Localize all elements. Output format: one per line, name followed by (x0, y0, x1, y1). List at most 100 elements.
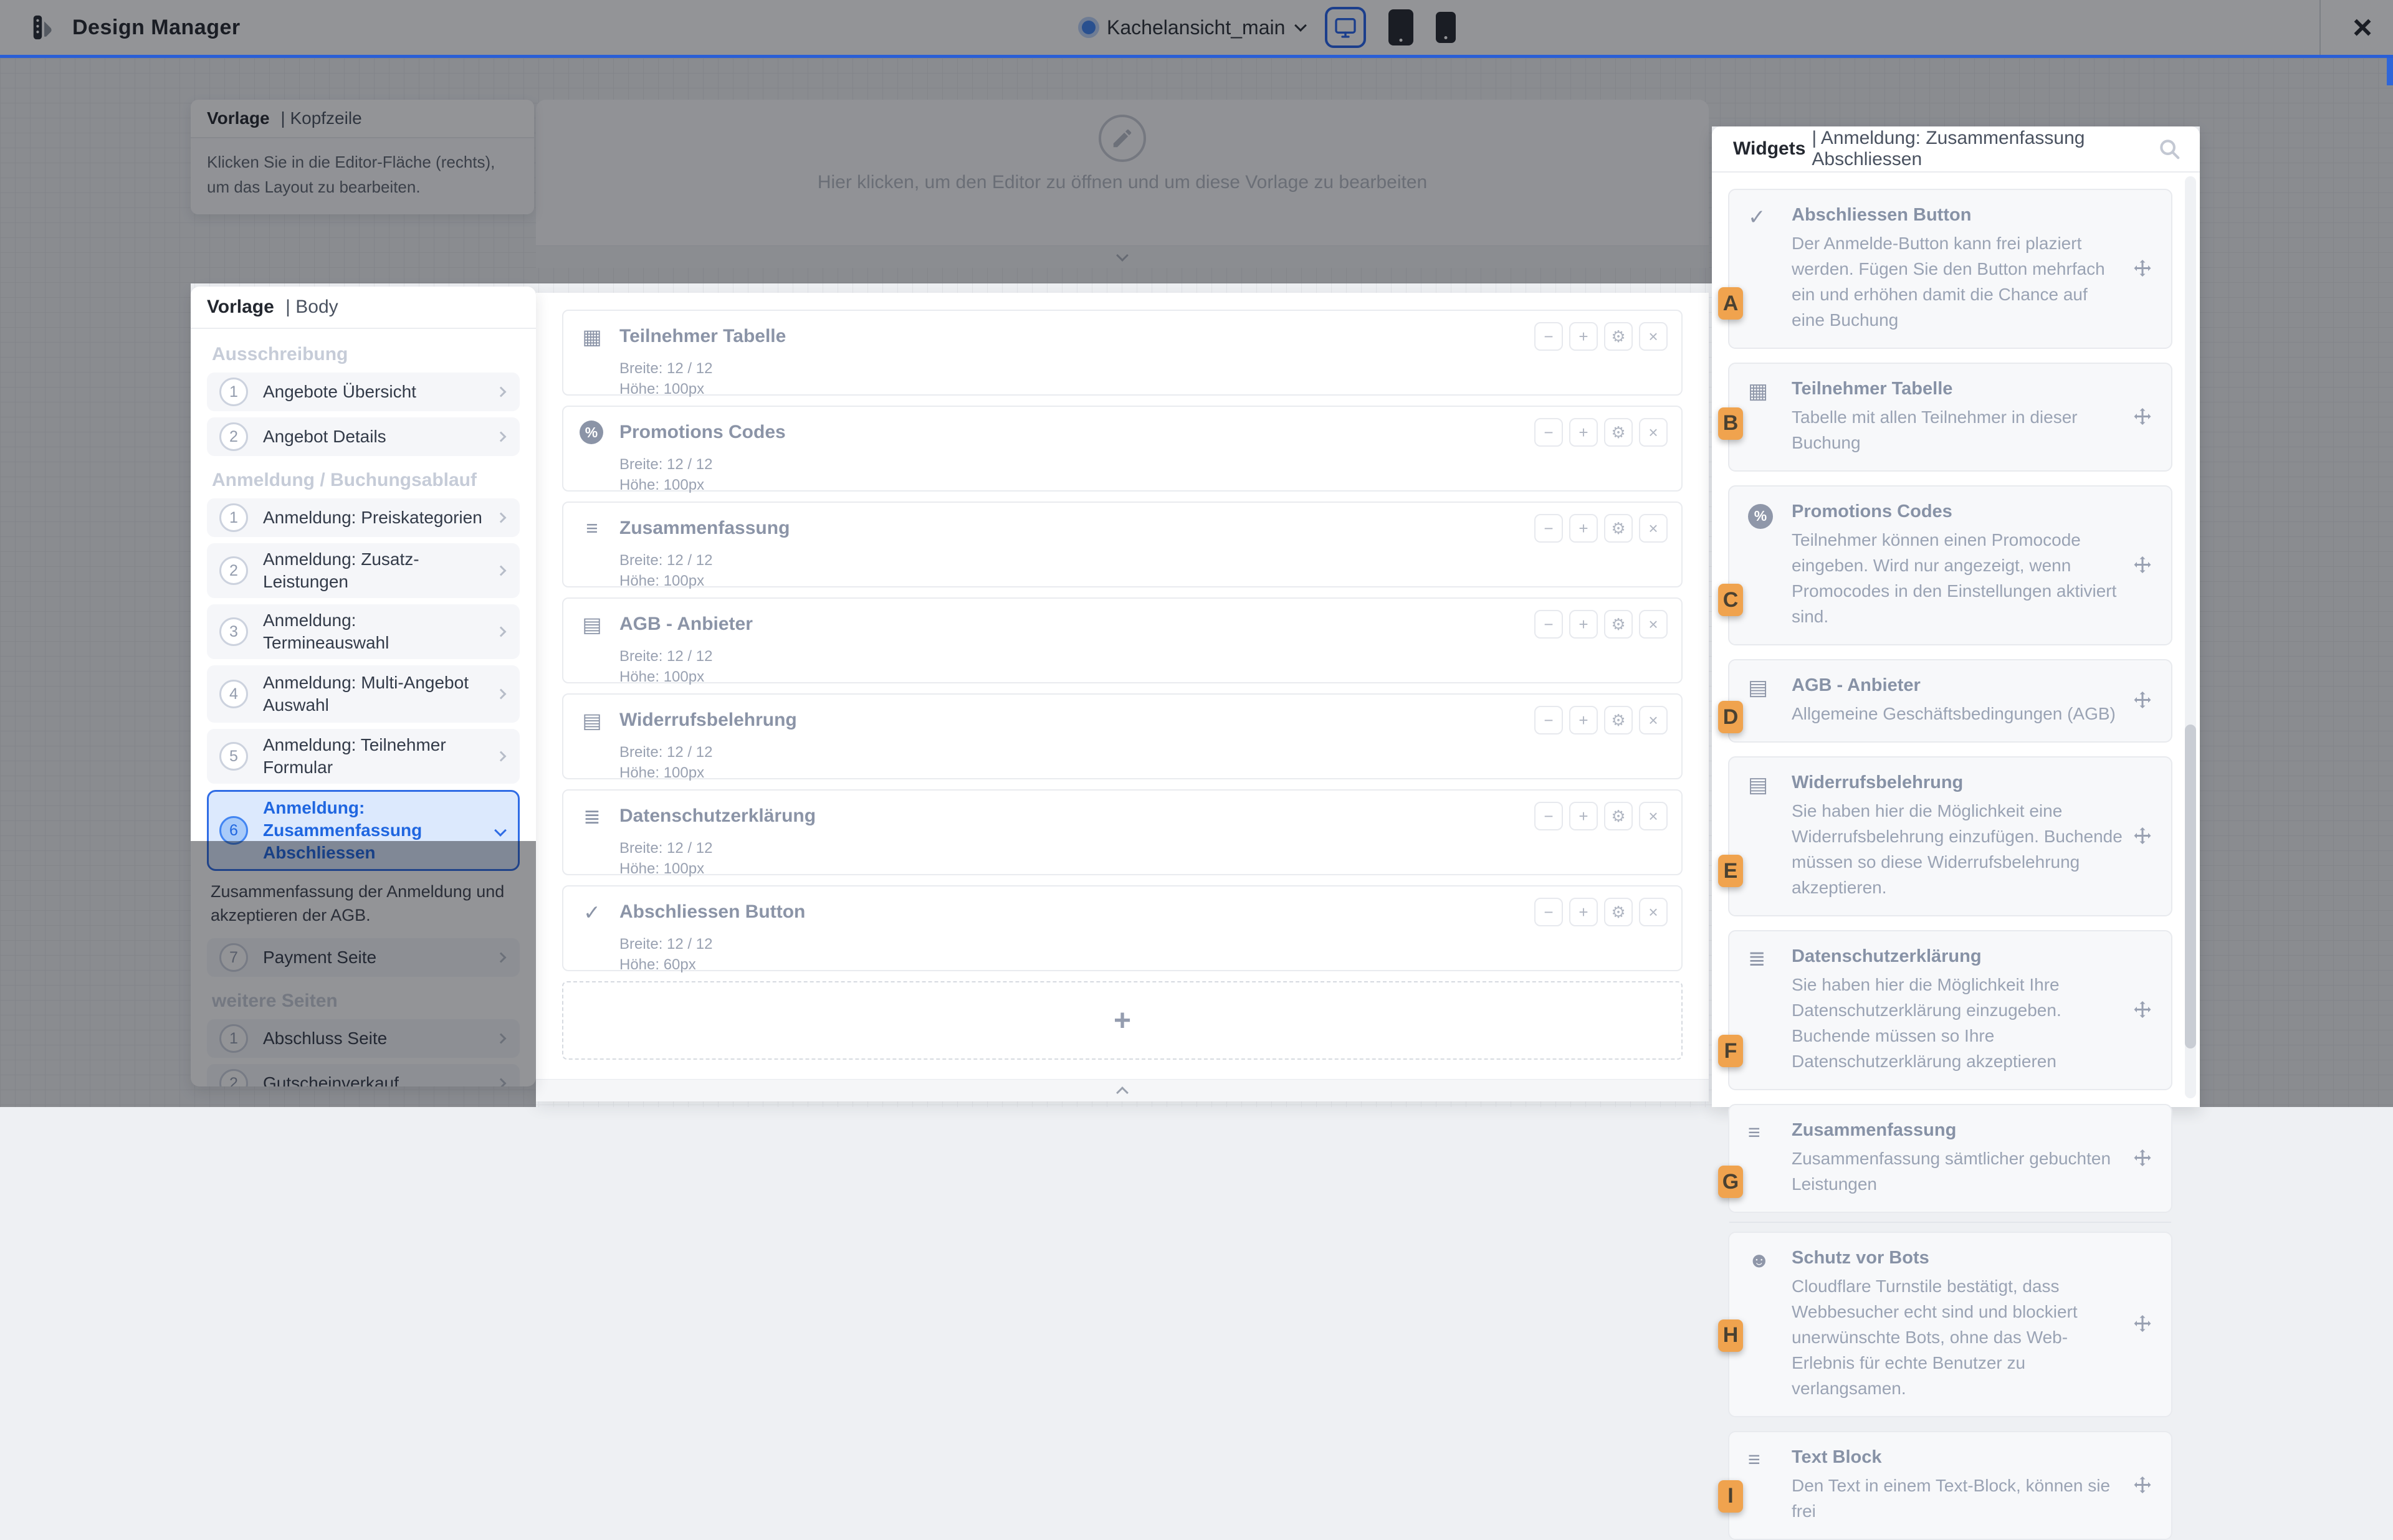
widget-card-teilnehmer-tabelle[interactable]: B ▦ Teilnehmer Tabelle Tabelle mit allen… (1728, 363, 2172, 472)
drag-move-handle[interactable] (2123, 946, 2162, 1074)
grow-button[interactable]: + (1569, 322, 1598, 351)
search-icon[interactable] (2157, 137, 2181, 161)
shrink-button[interactable]: − (1534, 418, 1563, 447)
sidebar-item-gutscheinverkauf[interactable]: 2 Gutscheinverkauf (207, 1064, 520, 1086)
sidebar-item-zusammenfassung-abschliessen-selected[interactable]: 6 Anmeldung: Zusammenfassung Abschliesse… (207, 790, 520, 871)
sidebar-item-termineauswahl[interactable]: 3 Anmeldung: Termineauswahl (207, 604, 520, 659)
sidebar-item-angebote-uebersicht[interactable]: 1 Angebote Übersicht (207, 373, 520, 411)
device-desktop-button[interactable] (1325, 7, 1366, 48)
drag-move-handle[interactable] (2123, 1248, 2162, 1401)
remove-button[interactable]: × (1639, 610, 1668, 639)
widget-title: Teilnehmer Tabelle (1792, 379, 2123, 399)
settings-gear-button[interactable]: ⚙ (1604, 802, 1633, 830)
desktop-icon (1333, 15, 1358, 40)
shrink-button[interactable]: − (1534, 610, 1563, 639)
step-label: Anmeldung: Zusammenfassung Abschliessen (263, 797, 481, 864)
collapse-header-strip[interactable] (536, 245, 1709, 268)
grow-button[interactable]: + (1569, 514, 1598, 543)
block-height: Höhe: 100px (619, 667, 1668, 687)
layout-block-promotions-codes[interactable]: % Promotions Codes − + ⚙ × Breite: 12 / … (562, 406, 1683, 492)
widget-description: Tabelle mit allen Teilnehmer in dieser B… (1792, 404, 2123, 455)
page-scrollbar-thumb[interactable] (2387, 58, 2393, 85)
step-number: 4 (219, 680, 248, 708)
shrink-button[interactable]: − (1534, 706, 1563, 734)
sidebar-item-payment-seite[interactable]: 7 Payment Seite (207, 938, 520, 977)
layout-block-abschliessen-button[interactable]: ✓ Abschliessen Button − + ⚙ × Breite: 12… (562, 885, 1683, 971)
remove-button[interactable]: × (1639, 802, 1668, 830)
layout-block-widerrufsbelehrung[interactable]: ▤ Widerrufsbelehrung − + ⚙ × Breite: 12 … (562, 693, 1683, 779)
widgets-panel: Widgets | Anmeldung: Zusammenfassung Abs… (1712, 126, 2200, 1107)
file-icon: ▤ (580, 612, 604, 637)
device-phone-button[interactable] (1436, 12, 1456, 43)
design-manager-logo-icon (30, 13, 59, 42)
drag-move-handle[interactable] (2123, 501, 2162, 629)
widget-card-widerrufsbelehrung[interactable]: E ▤ Widerrufsbelehrung Sie haben hier di… (1728, 756, 2172, 916)
add-block-dropzone[interactable]: + (562, 981, 1683, 1060)
drag-move-handle[interactable] (2123, 1447, 2162, 1524)
settings-gear-button[interactable]: ⚙ (1604, 898, 1633, 926)
remove-button[interactable]: × (1639, 322, 1668, 351)
close-button[interactable]: × (2332, 0, 2393, 55)
widgets-scrollbar-thumb[interactable] (2185, 725, 2196, 1048)
grow-button[interactable]: + (1569, 802, 1598, 830)
widget-group-divider (1729, 1222, 2171, 1223)
layout-block-zusammenfassung[interactable]: ≡ Zusammenfassung − + ⚙ × Breite: 12 / 1… (562, 501, 1683, 587)
sidebar-item-multi-angebot[interactable]: 4 Anmeldung: Multi-Angebot Auswahl (207, 665, 520, 723)
widget-card-text-block[interactable]: I ≡ Text Block Den Text in einem Text-Bl… (1728, 1431, 2172, 1540)
step-number: 1 (219, 378, 248, 406)
widget-card-promotions-codes[interactable]: C % Promotions Codes Teilnehmer können e… (1728, 485, 2172, 645)
sidebar-item-preiskategorien[interactable]: 1 Anmeldung: Preiskategorien (207, 498, 520, 537)
settings-gear-button[interactable]: ⚙ (1604, 706, 1633, 734)
settings-gear-button[interactable]: ⚙ (1604, 322, 1633, 351)
table-icon: ▦ (1748, 379, 1792, 455)
widget-card-zusammenfassung[interactable]: G ≡ Zusammenfassung Zusammenfassung sämt… (1728, 1104, 2172, 1213)
sidebar-item-abschluss-seite[interactable]: 1 Abschluss Seite (207, 1019, 520, 1058)
header-editor-area[interactable]: Hier klicken, um den Editor zu öffnen un… (536, 100, 1709, 268)
drag-move-handle[interactable] (2123, 1120, 2162, 1197)
sidebar-item-angebot-details[interactable]: 2 Angebot Details (207, 417, 520, 456)
view-selector-dropdown[interactable]: Kachelansicht_main (1082, 0, 1305, 55)
shrink-button[interactable]: − (1534, 322, 1563, 351)
widget-card-agb-anbieter[interactable]: D ▤ AGB - Anbieter Allgemeine Geschäftsb… (1728, 659, 2172, 743)
sidebar-item-teilnehmer-formular[interactable]: 5 Anmeldung: Teilnehmer Formular (207, 729, 520, 784)
percent-badge-icon: % (1748, 504, 1773, 529)
device-tablet-button[interactable] (1388, 9, 1413, 45)
shrink-button[interactable]: − (1534, 802, 1563, 830)
layout-block-teilnehmer-tabelle[interactable]: ▦ Teilnehmer Tabelle − + ⚙ × Breite: 12 … (562, 310, 1683, 396)
settings-gear-button[interactable]: ⚙ (1604, 610, 1633, 639)
settings-gear-button[interactable]: ⚙ (1604, 418, 1633, 447)
topbar-accent-line (0, 55, 2393, 58)
widget-card-abschliessen-button[interactable]: A ✓ Abschliessen Button Der Anmelde-Butt… (1728, 189, 2172, 349)
settings-gear-button[interactable]: ⚙ (1604, 514, 1633, 543)
drag-move-handle[interactable] (2123, 675, 2162, 726)
step-label: Gutscheinverkauf (263, 1072, 482, 1086)
drag-move-handle[interactable] (2123, 772, 2162, 900)
hint-badge-h: H (1718, 1319, 1743, 1352)
drag-move-handle[interactable] (2123, 379, 2162, 455)
shrink-button[interactable]: − (1534, 514, 1563, 543)
widget-card-schutz-vor-bots[interactable]: H ☻ Schutz vor Bots Cloudflare Turnstile… (1728, 1232, 2172, 1417)
remove-button[interactable]: × (1639, 514, 1668, 543)
layout-block-datenschutzerklaerung[interactable]: ≣ Datenschutzerklärung − + ⚙ × Breite: 1… (562, 789, 1683, 875)
shrink-button[interactable]: − (1534, 898, 1563, 926)
block-width: Breite: 12 / 12 (619, 742, 1668, 763)
grow-button[interactable]: + (1569, 610, 1598, 639)
grow-button[interactable]: + (1569, 418, 1598, 447)
block-height: Höhe: 100px (619, 763, 1668, 783)
layout-block-title: Widerrufsbelehrung (619, 710, 1519, 731)
drag-move-handle[interactable] (2123, 205, 2162, 333)
layout-block-agb-anbieter[interactable]: ▤ AGB - Anbieter − + ⚙ × Breite: 12 / 12… (562, 597, 1683, 683)
widget-card-datenschutzerklaerung[interactable]: F ≣ Datenschutzerklärung Sie haben hier … (1728, 930, 2172, 1090)
move-icon (2131, 999, 2154, 1022)
grow-button[interactable]: + (1569, 706, 1598, 734)
remove-button[interactable]: × (1639, 898, 1668, 926)
remove-button[interactable]: × (1639, 706, 1668, 734)
move-icon (2131, 258, 2154, 280)
topbar: Design Manager Kachelansicht_main × (0, 0, 2393, 55)
grow-button[interactable]: + (1569, 898, 1598, 926)
sidebar-item-zusatz-leistungen[interactable]: 2 Anmeldung: Zusatz-Leistungen (207, 543, 520, 598)
widget-title: Widerrufsbelehrung (1792, 772, 2123, 793)
collapse-body-strip[interactable] (536, 1079, 1709, 1101)
text-icon: ≡ (1748, 1447, 1792, 1524)
remove-button[interactable]: × (1639, 418, 1668, 447)
